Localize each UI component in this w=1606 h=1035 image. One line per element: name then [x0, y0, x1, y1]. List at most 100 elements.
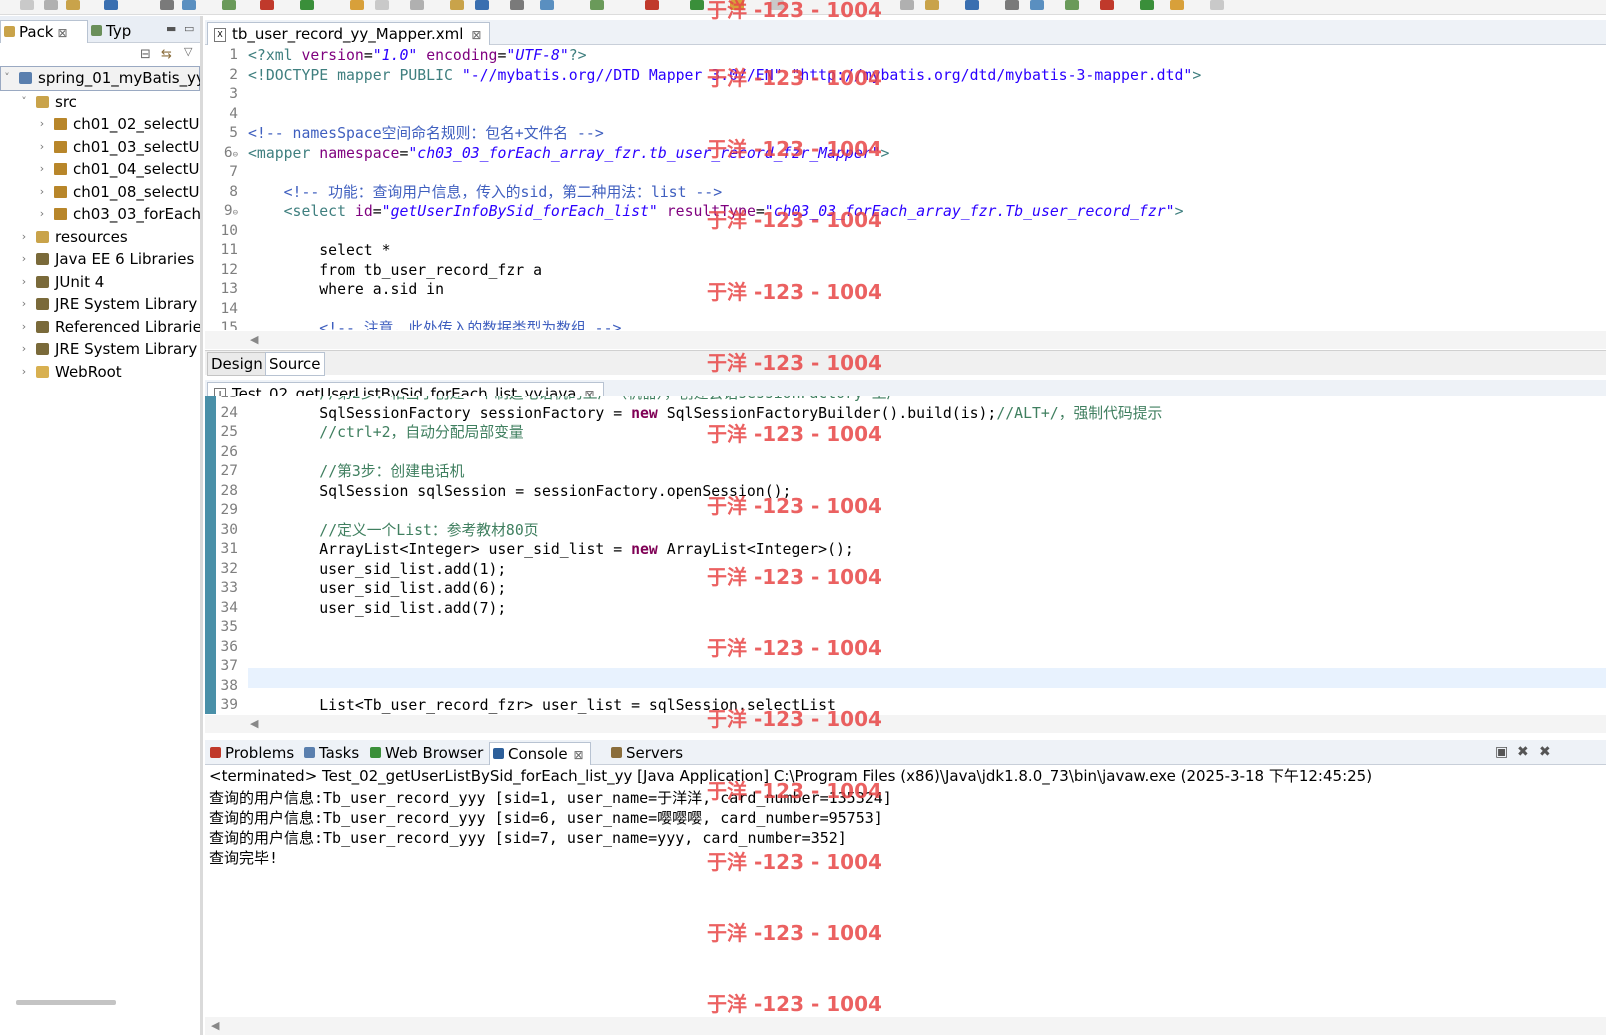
toolbar-button-icon[interactable]: [450, 0, 464, 10]
console-output[interactable]: 查询的用户信息:Tb_user_record_yyy [sid=1, user_…: [209, 788, 892, 868]
code-line[interactable]: SqlSession sqlSession = sessionFactory.o…: [248, 482, 1162, 502]
toolbar-button-icon[interactable]: [1210, 0, 1224, 10]
tab-servers[interactable]: Servers: [608, 742, 683, 764]
collapse-arrow-icon[interactable]: ˅: [2, 67, 12, 90]
tree-item[interactable]: › resources: [0, 226, 200, 249]
tab-design[interactable]: Design: [207, 352, 267, 376]
code-line[interactable]: //ctrl+2，自动分配局部变量: [248, 423, 1162, 443]
remove-all-terminated-icon[interactable]: ✖: [1539, 744, 1551, 760]
tree-item[interactable]: › JRE System Library [: [0, 293, 200, 316]
toolbar-button-icon[interactable]: [645, 0, 659, 10]
tree-item[interactable]: › ch01_04_selectUs: [0, 158, 200, 181]
tree-item[interactable]: › WebRoot: [0, 361, 200, 384]
code-line[interactable]: <!DOCTYPE mapper PUBLIC "-//mybatis.org/…: [248, 66, 1201, 86]
java-horizontal-scrollbar[interactable]: ◀: [205, 715, 1606, 733]
tree-item[interactable]: › ch01_02_selectUs: [0, 113, 200, 136]
code-line[interactable]: user_sid_list.add(1);: [248, 560, 1162, 580]
link-editor-icon[interactable]: ⇆: [161, 47, 172, 62]
tab-problems[interactable]: Problems: [207, 742, 294, 764]
toolbar-button-icon[interactable]: [540, 0, 554, 10]
tab-source[interactable]: Source: [265, 352, 325, 376]
collapse-all-icon[interactable]: ⊟: [140, 47, 151, 62]
expand-arrow-icon[interactable]: ›: [19, 361, 29, 384]
scroll-left-icon[interactable]: ◀: [250, 717, 258, 730]
toolbar-button-icon[interactable]: [182, 0, 196, 10]
explorer-horizontal-scrollbar[interactable]: [16, 1000, 116, 1005]
toolbar-button-icon[interactable]: [66, 0, 80, 10]
tree-item[interactable]: ˅ spring_01_myBatis_yy: [0, 66, 200, 91]
close-icon[interactable]: ⊠: [58, 26, 68, 40]
code-line[interactable]: [248, 638, 1162, 658]
toolbar-button-icon[interactable]: [160, 0, 174, 10]
close-icon[interactable]: ⊠: [471, 28, 481, 42]
tree-item[interactable]: › ch03_03_forEach_: [0, 203, 200, 226]
code-line[interactable]: [248, 618, 1162, 638]
code-line[interactable]: //定义一个List：参考教材80页: [248, 521, 1162, 541]
code-line[interactable]: [248, 222, 1201, 242]
fold-toggle-icon[interactable]: ⊖: [233, 208, 238, 218]
expand-arrow-icon[interactable]: ›: [19, 338, 29, 361]
code-line[interactable]: [248, 677, 1162, 697]
scroll-left-icon[interactable]: ◀: [211, 1019, 219, 1032]
expand-arrow-icon[interactable]: ›: [19, 226, 29, 249]
toolbar-button-icon[interactable]: [1170, 0, 1184, 10]
collapse-arrow-icon[interactable]: ˅: [19, 91, 29, 114]
code-line[interactable]: <?xml version="1.0" encoding="UTF-8"?>: [248, 46, 1201, 66]
toolbar-button-icon[interactable]: [900, 0, 914, 10]
code-line[interactable]: [248, 300, 1201, 320]
clear-console-icon[interactable]: ▣: [1495, 744, 1508, 760]
toolbar-button-icon[interactable]: [1065, 0, 1079, 10]
tree-item[interactable]: › ch01_03_selectUs: [0, 136, 200, 159]
toolbar-button-icon[interactable]: [1100, 0, 1114, 10]
toolbar-button-icon[interactable]: [770, 0, 784, 10]
toolbar-button-icon[interactable]: [1005, 0, 1019, 10]
code-line[interactable]: where a.sid in: [248, 280, 1201, 300]
toolbar-button-icon[interactable]: [20, 0, 34, 10]
tab-package-explorer[interactable]: Pack ⊠: [0, 20, 88, 43]
tree-item[interactable]: ˅ src: [0, 91, 200, 114]
expand-arrow-icon[interactable]: ›: [37, 136, 47, 159]
minimize-icon[interactable]: ▬: [166, 22, 176, 35]
toolbar-button-icon[interactable]: [104, 0, 118, 10]
toolbar-button-icon[interactable]: [965, 0, 979, 10]
code-line[interactable]: //第2步：相当于创建一个制造电话机的工厂（机器），创建会话sessionFac…: [248, 396, 1162, 404]
code-line[interactable]: user_sid_list.add(7);: [248, 599, 1162, 619]
code-line[interactable]: <!-- 功能：查询用户信息，传入的sid，第二种用法：list -->: [248, 183, 1201, 203]
expand-arrow-icon[interactable]: ›: [37, 181, 47, 204]
toolbar-button-icon[interactable]: [410, 0, 424, 10]
code-line[interactable]: ArrayList<Integer> user_sid_list = new A…: [248, 540, 1162, 560]
toolbar-button-icon[interactable]: [44, 0, 58, 10]
terminate-icon[interactable]: ✖: [1517, 744, 1529, 760]
tab-mapper-xml[interactable]: X tb_user_record_yy_Mapper.xml ⊠: [207, 22, 491, 45]
tree-item[interactable]: › JRE System Library [: [0, 338, 200, 361]
toolbar-button-icon[interactable]: [1140, 0, 1154, 10]
xml-editor[interactable]: 1 2 3 4 5 6⊖ 7 8 9⊖ 10 11 12 13 14 15 <?xml version="1…: [205, 45, 1606, 330]
code-line[interactable]: select *: [248, 241, 1201, 261]
toolbar-button-icon[interactable]: [260, 0, 274, 10]
toolbar-button-icon[interactable]: [730, 0, 744, 10]
code-line[interactable]: [248, 163, 1201, 183]
code-line[interactable]: from tb_user_record_fzr a: [248, 261, 1201, 281]
toolbar-button-icon[interactable]: [1030, 0, 1044, 10]
tab-type-hierarchy[interactable]: Typ: [88, 20, 164, 42]
toolbar-button-icon[interactable]: [350, 0, 364, 10]
code-line[interactable]: <!-- namesSpace空间命名规则：包名+文件名 -->: [248, 124, 1201, 144]
tab-console[interactable]: Console ⊠: [489, 742, 591, 765]
tree-item[interactable]: › JUnit 4: [0, 271, 200, 294]
console-view[interactable]: <terminated> Test_02_getUserListBySid_fo…: [205, 765, 1606, 1035]
expand-arrow-icon[interactable]: ›: [19, 248, 29, 271]
toolbar-button-icon[interactable]: [590, 0, 604, 10]
code-line[interactable]: [248, 501, 1162, 521]
toolbar-button-icon[interactable]: [510, 0, 524, 10]
toolbar-button-icon[interactable]: [925, 0, 939, 10]
code-line[interactable]: user_sid_list.add(6);: [248, 579, 1162, 599]
tree-item[interactable]: › Java EE 6 Libraries: [0, 248, 200, 271]
code-line[interactable]: <select id="getUserInfoBySid_forEach_lis…: [248, 202, 1201, 222]
expand-arrow-icon[interactable]: ›: [37, 203, 47, 226]
java-editor[interactable]: 2324 25 26 27 28 29 30 31 32 33 34 35 36 37 38 39 //第2步…: [205, 396, 1606, 714]
xml-horizontal-scrollbar[interactable]: ◀: [205, 331, 1606, 349]
tab-tasks[interactable]: Tasks: [301, 742, 359, 764]
code-line[interactable]: SqlSessionFactory sessionFactory = new S…: [248, 404, 1162, 424]
console-horizontal-scrollbar[interactable]: ◀: [205, 1017, 1606, 1035]
tree-item[interactable]: › ch01_08_selectUs: [0, 181, 200, 204]
